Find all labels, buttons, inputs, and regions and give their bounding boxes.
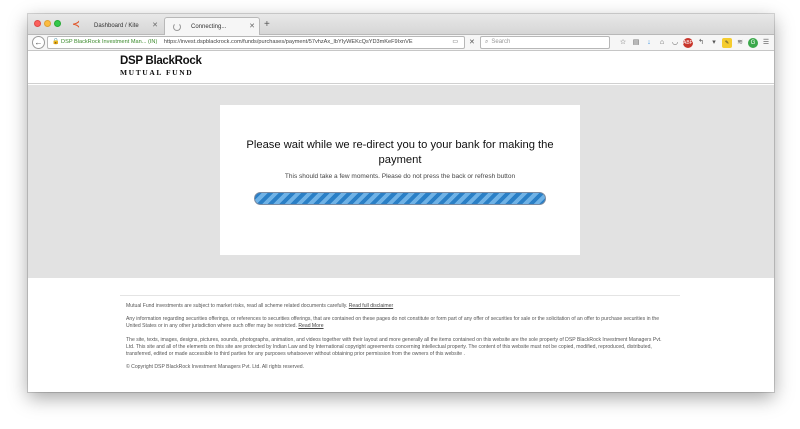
pocket-icon[interactable]: ◡ — [670, 38, 680, 48]
footer-divider — [120, 295, 680, 296]
progress-bar — [254, 192, 546, 205]
reading-list-icon[interactable]: ▤ — [631, 38, 641, 48]
menu-arrow-icon[interactable]: ▾ — [709, 38, 719, 48]
close-icon[interactable]: ✕ — [152, 17, 158, 35]
redirect-card: Please wait while we re-direct you to yo… — [220, 105, 580, 255]
logo-bottom: MUTUAL FUND — [120, 67, 194, 77]
redirect-subtext: This should take a few moments. Please d… — [284, 173, 516, 180]
offer-paragraph: Any information regarding securities off… — [126, 316, 668, 330]
read-more-link[interactable]: Read More — [298, 323, 323, 329]
loading-spinner-icon — [173, 23, 181, 31]
site-header: DSP BlackRock MUTUAL FUND — [28, 52, 774, 84]
progress-fill — [255, 193, 545, 204]
toolbar-icons: ☆ ▤ ↓ ⌂ ◡ ABP ↰ ▾ ✎ ≋ G ☰ — [618, 37, 771, 49]
stop-reload-button[interactable]: ✕ — [469, 37, 475, 48]
back-button[interactable]: ← — [32, 36, 45, 49]
main-content: Please wait while we re-direct you to yo… — [28, 85, 774, 278]
logo-top: DSP BlackRock — [120, 55, 202, 67]
bookmark-star-icon[interactable]: ☆ — [618, 38, 628, 48]
extension-arrow-icon[interactable]: ↰ — [696, 38, 706, 48]
stack-extension-icon[interactable]: ≋ — [735, 38, 745, 48]
tab-strip: ≺ Dashboard / Kite ✕ Connecting... ✕ + — [28, 14, 774, 35]
browser-window: ≺ Dashboard / Kite ✕ Connecting... ✕ + ←… — [28, 14, 774, 392]
close-icon[interactable]: ✕ — [249, 18, 255, 36]
url-bar[interactable]: 🔒 DSP BlackRock Investment Man... (IN) h… — [47, 36, 465, 49]
adblock-icon[interactable]: ABP — [683, 38, 693, 48]
lock-icon[interactable]: 🔒 — [52, 37, 59, 48]
grammar-extension-icon[interactable]: G — [748, 38, 758, 48]
tab-connecting[interactable]: Connecting... ✕ — [164, 17, 260, 35]
search-placeholder: Search — [491, 39, 511, 45]
tab-dashboard-kite[interactable]: Dashboard / Kite ✕ — [86, 17, 162, 35]
url-text[interactable]: https://invest.dspblackrock.com/funds/pu… — [164, 39, 413, 45]
dsp-blackrock-logo[interactable]: DSP BlackRock MUTUAL FUND — [120, 55, 202, 77]
tab-label: Dashboard / Kite — [94, 23, 139, 29]
read-full-disclaimer-link[interactable]: Read full disclaimer — [349, 303, 393, 309]
disclaimer-line: Mutual Fund investments are subject to m… — [126, 303, 668, 310]
window-minimize-button[interactable] — [44, 20, 51, 27]
new-tab-button[interactable]: + — [264, 17, 270, 33]
tab-label: Connecting... — [191, 24, 227, 30]
site-identity[interactable]: DSP BlackRock Investment Man... (IN) — [61, 39, 157, 45]
window-close-button[interactable] — [34, 20, 41, 27]
search-icon: ⌕ — [485, 39, 489, 45]
pinned-tab-kite-icon[interactable]: ≺ — [70, 18, 82, 30]
copyright-text: © Copyright DSP BlackRock Investment Man… — [126, 364, 305, 370]
navigation-bar: ← 🔒 DSP BlackRock Investment Man... (IN)… — [28, 35, 774, 51]
hamburger-menu-icon[interactable]: ☰ — [761, 38, 771, 48]
download-icon[interactable]: ↓ — [644, 38, 654, 48]
reader-view-icon[interactable]: ▭ — [452, 37, 458, 48]
intellectual-property-paragraph: The site, texts, images, designs, pictur… — [126, 337, 662, 358]
window-maximize-button[interactable] — [54, 20, 61, 27]
notes-extension-icon[interactable]: ✎ — [722, 38, 732, 48]
home-icon[interactable]: ⌂ — [657, 38, 667, 48]
redirect-heading: Please wait while we re-direct you to yo… — [246, 139, 554, 166]
footer: Mutual Fund investments are subject to m… — [28, 278, 774, 392]
offer-text: Any information regarding securities off… — [126, 316, 660, 330]
disclaimer-text: Mutual Fund investments are subject to m… — [126, 303, 348, 309]
search-input[interactable]: ⌕ Search — [480, 36, 610, 49]
